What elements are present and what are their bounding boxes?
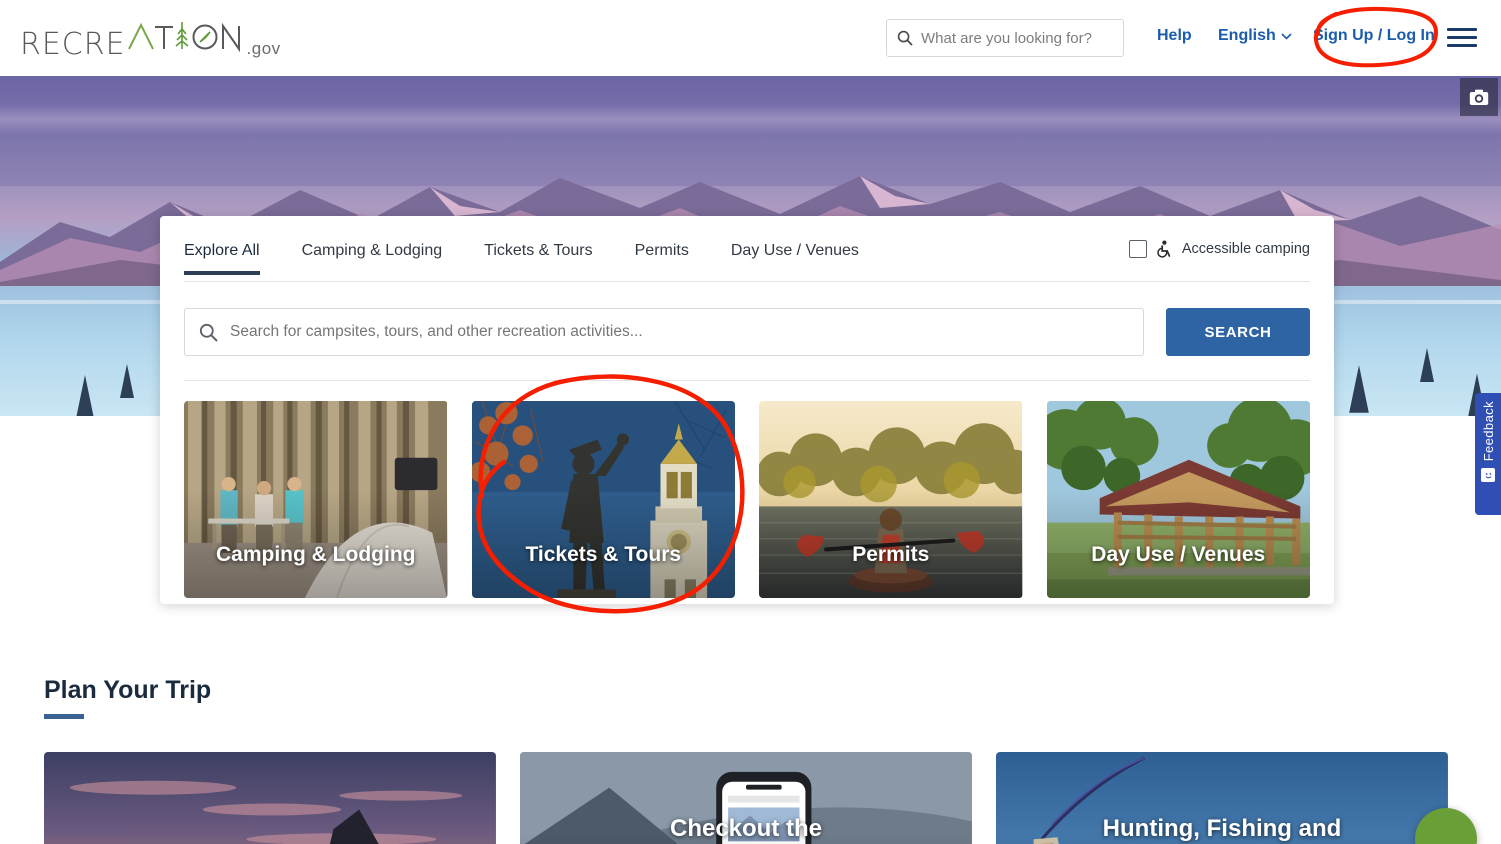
language-label: English — [1218, 27, 1276, 45]
recreation-gov-homepage: RECRE .gov — [0, 0, 1501, 844]
chevron-down-icon — [1281, 33, 1292, 40]
category-label-camping-lodging: Camping & Lodging — [184, 543, 448, 567]
search-panel: Explore All Camping & Lodging Tickets & … — [160, 216, 1334, 604]
tab-tickets-tours[interactable]: Tickets & Tours — [484, 236, 592, 274]
accessible-camping-checkbox[interactable] — [1129, 240, 1147, 258]
feedback-tab[interactable]: Feedback — [1475, 393, 1501, 515]
panel-divider — [184, 380, 1310, 381]
header-language-selector[interactable]: English — [1218, 27, 1292, 45]
category-label-permits: Permits — [759, 543, 1023, 567]
hamburger-bar — [1447, 36, 1477, 39]
main-search-box[interactable] — [184, 308, 1144, 356]
card-gradient-overlay — [759, 401, 1023, 598]
site-logo[interactable]: RECRE .gov — [20, 18, 281, 62]
category-card-grid: Camping & Lodging — [184, 401, 1310, 598]
tab-camping-lodging[interactable]: Camping & Lodging — [302, 236, 443, 274]
main-search-row: SEARCH — [184, 308, 1310, 356]
card-gradient-overlay — [44, 752, 496, 844]
category-label-tickets-tours: Tickets & Tours — [472, 543, 736, 567]
search-icon — [199, 323, 218, 342]
card-gradient-overlay — [184, 401, 448, 598]
hero-camera-credit-button[interactable] — [1460, 78, 1498, 116]
card-gradient-overlay — [1047, 401, 1311, 598]
feedback-label: Feedback — [1481, 401, 1496, 461]
tab-explore-all[interactable]: Explore All — [184, 236, 260, 274]
hamburger-bar — [1447, 28, 1477, 31]
plan-card-checkout-the[interactable]: Checkout the — [520, 752, 972, 844]
search-category-tabs: Explore All Camping & Lodging Tickets & … — [184, 236, 1310, 282]
logo-text-recreation: RECRE — [20, 27, 126, 62]
category-card-tickets-tours[interactable]: Tickets & Tours — [472, 401, 736, 598]
header-search-input[interactable] — [921, 30, 1111, 47]
accessible-camping-label: Accessible camping — [1182, 241, 1310, 257]
hamburger-menu-icon[interactable] — [1447, 28, 1477, 48]
plan-your-trip-underline — [44, 714, 84, 719]
tab-day-use-venues[interactable]: Day Use / Venues — [731, 236, 859, 274]
hero-conifer — [1349, 365, 1369, 413]
logo-graphic — [127, 18, 245, 54]
hamburger-bar — [1447, 44, 1477, 47]
category-card-day-use-venues[interactable]: Day Use / Venues — [1047, 401, 1311, 598]
plan-card-checkout-label: Checkout the — [520, 815, 972, 843]
plan-your-trip-card-grid: Checkout the — [44, 752, 1448, 844]
category-card-permits[interactable]: Permits — [759, 401, 1023, 598]
camera-icon — [1469, 89, 1489, 106]
header-help-link[interactable]: Help — [1157, 27, 1192, 45]
search-submit-button[interactable]: SEARCH — [1166, 308, 1310, 356]
hero-conifer — [1420, 348, 1434, 382]
logo-text-gov: .gov — [247, 39, 281, 59]
search-icon — [897, 30, 913, 46]
header-search-box[interactable] — [886, 19, 1124, 57]
plan-card-1[interactable] — [44, 752, 496, 844]
plan-card-hunting-fishing[interactable]: Hunting, Fishing and — [996, 752, 1448, 844]
plan-card-hunting-fishing-label: Hunting, Fishing and — [996, 815, 1448, 843]
site-header: RECRE .gov — [0, 0, 1501, 76]
category-label-day-use-venues: Day Use / Venues — [1047, 543, 1311, 567]
main-search-input[interactable] — [230, 323, 1098, 341]
category-card-camping-lodging[interactable]: Camping & Lodging — [184, 401, 448, 598]
header-signup-login-link[interactable]: Sign Up / Log In — [1313, 27, 1435, 45]
hero-conifer — [76, 375, 94, 416]
smiley-face-icon — [1481, 468, 1495, 482]
plan-your-trip-heading: Plan Your Trip — [44, 676, 211, 705]
hero-conifer — [120, 364, 134, 398]
tab-permits[interactable]: Permits — [635, 236, 689, 274]
accessibility-wheelchair-icon — [1156, 240, 1173, 258]
card-gradient-overlay — [472, 401, 736, 598]
accessible-camping-filter[interactable]: Accessible camping — [1129, 240, 1310, 258]
